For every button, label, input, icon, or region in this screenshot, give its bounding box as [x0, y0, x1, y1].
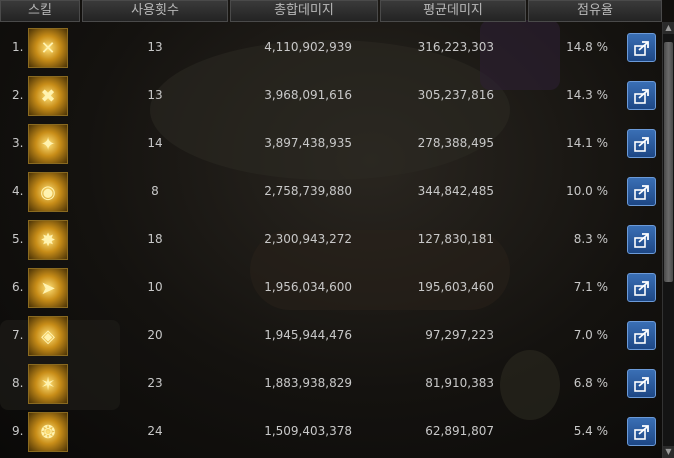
avg-damage: 305,237,816 [417, 88, 494, 102]
total-damage: 3,897,438,935 [264, 136, 352, 150]
header-skill[interactable]: 스킬 [0, 0, 80, 22]
header-total-damage[interactable]: 총합데미지 [230, 0, 378, 22]
skill-2-icon[interactable]: ✖ [28, 76, 68, 116]
share-icon [633, 328, 649, 344]
share-icon [633, 280, 649, 296]
share-percent: 10.0 % [566, 184, 608, 198]
scroll-up-arrow-icon[interactable]: ▲ [663, 22, 674, 34]
use-count: 20 [147, 328, 163, 342]
use-count: 13 [147, 88, 163, 102]
total-damage: 1,945,944,476 [264, 328, 352, 342]
share-button[interactable] [627, 417, 656, 446]
share-percent: 14.8 % [566, 40, 608, 54]
share-percent: 6.8 % [573, 376, 608, 390]
share-icon [633, 424, 649, 440]
table-row: 3. ✦ 14 3,897,438,935 278,388,495 14.1 % [0, 122, 662, 170]
share-button[interactable] [627, 33, 656, 62]
skill-8-icon[interactable]: ✶ [28, 364, 68, 404]
share-percent: 8.3 % [573, 232, 608, 246]
use-count: 8 [151, 184, 159, 198]
avg-damage: 195,603,460 [417, 280, 494, 294]
total-damage: 2,300,943,272 [264, 232, 352, 246]
share-button[interactable] [627, 177, 656, 206]
avg-damage: 81,910,383 [425, 376, 494, 390]
row-number: 2. [12, 88, 24, 102]
row-number: 4. [12, 184, 24, 198]
avg-damage: 344,842,485 [417, 184, 494, 198]
row-number: 3. [12, 136, 24, 150]
use-count: 10 [147, 280, 163, 294]
share-icon [633, 88, 649, 104]
share-icon [633, 136, 649, 152]
share-button[interactable] [627, 225, 656, 254]
share-percent: 5.4 % [573, 424, 608, 438]
use-count: 13 [147, 40, 163, 54]
avg-damage: 97,297,223 [425, 328, 494, 342]
table-row: 8. ✶ 23 1,883,938,829 81,910,383 6.8 % [0, 362, 662, 410]
table-row: 9. ❂ 24 1,509,403,378 62,891,807 5.4 % [0, 410, 662, 458]
row-number: 1. [12, 40, 24, 54]
row-number: 6. [12, 280, 24, 294]
share-button[interactable] [627, 321, 656, 350]
skill-1-icon[interactable]: ✕ [28, 28, 68, 68]
use-count: 14 [147, 136, 163, 150]
skill-5-icon[interactable]: ✸ [28, 220, 68, 260]
skill-7-icon[interactable]: ◈ [28, 316, 68, 356]
total-damage: 3,968,091,616 [264, 88, 352, 102]
table-row: 5. ✸ 18 2,300,943,272 127,830,181 8.3 % [0, 218, 662, 266]
skill-9-icon[interactable]: ❂ [28, 412, 68, 452]
header-avg-damage[interactable]: 평균데미지 [380, 0, 526, 22]
share-icon [633, 376, 649, 392]
share-button[interactable] [627, 273, 656, 302]
share-button[interactable] [627, 129, 656, 158]
avg-damage: 278,388,495 [417, 136, 494, 150]
skill-damage-table: 스킬 사용횟수 총합데미지 평균데미지 점유율 1. ✕ 13 4,110,90… [0, 0, 662, 458]
table-row: 4. ◉ 8 2,758,739,880 344,842,485 10.0 % [0, 170, 662, 218]
use-count: 18 [147, 232, 163, 246]
total-damage: 2,758,739,880 [264, 184, 352, 198]
table-row: 7. ◈ 20 1,945,944,476 97,297,223 7.0 % [0, 314, 662, 362]
total-damage: 1,956,034,600 [264, 280, 352, 294]
skill-4-icon[interactable]: ◉ [28, 172, 68, 212]
skill-3-icon[interactable]: ✦ [28, 124, 68, 164]
row-number: 7. [12, 328, 24, 342]
share-icon [633, 232, 649, 248]
table-row: 1. ✕ 13 4,110,902,939 316,223,303 14.8 % [0, 26, 662, 74]
header-count[interactable]: 사용횟수 [82, 0, 228, 22]
total-damage: 4,110,902,939 [264, 40, 352, 54]
table-header: 스킬 사용횟수 총합데미지 평균데미지 점유율 [0, 0, 662, 22]
scrollbar[interactable]: ▲ ▼ [662, 22, 674, 458]
use-count: 24 [147, 424, 163, 438]
header-share[interactable]: 점유율 [528, 0, 662, 22]
share-button[interactable] [627, 369, 656, 398]
avg-damage: 127,830,181 [417, 232, 494, 246]
row-number: 8. [12, 376, 24, 390]
share-percent: 14.3 % [566, 88, 608, 102]
row-number: 5. [12, 232, 24, 246]
share-icon [633, 40, 649, 56]
share-button[interactable] [627, 81, 656, 110]
use-count: 23 [147, 376, 163, 390]
table-row: 6. ➤ 10 1,956,034,600 195,603,460 7.1 % [0, 266, 662, 314]
row-number: 9. [12, 424, 24, 438]
total-damage: 1,509,403,378 [264, 424, 352, 438]
skill-6-icon[interactable]: ➤ [28, 268, 68, 308]
scroll-thumb[interactable] [664, 42, 673, 282]
share-icon [633, 184, 649, 200]
avg-damage: 316,223,303 [417, 40, 494, 54]
total-damage: 1,883,938,829 [264, 376, 352, 390]
scroll-down-arrow-icon[interactable]: ▼ [663, 446, 674, 458]
avg-damage: 62,891,807 [425, 424, 494, 438]
share-percent: 7.1 % [573, 280, 608, 294]
share-percent: 7.0 % [573, 328, 608, 342]
table-row: 2. ✖ 13 3,968,091,616 305,237,816 14.3 % [0, 74, 662, 122]
share-percent: 14.1 % [566, 136, 608, 150]
